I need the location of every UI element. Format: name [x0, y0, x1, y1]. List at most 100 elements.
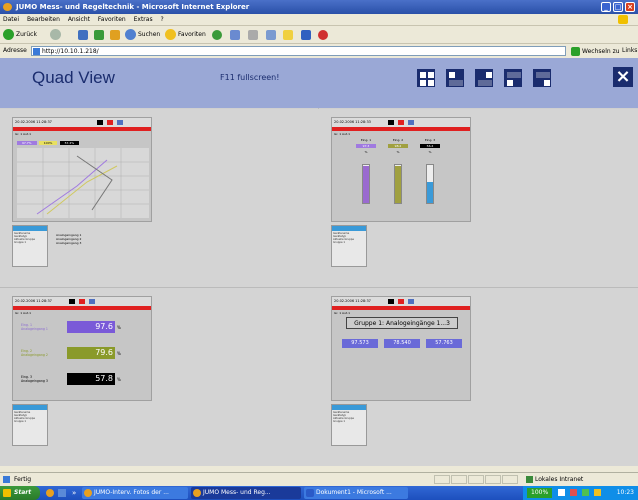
quicklaunch-desktop-icon[interactable] — [58, 489, 66, 497]
menu-help[interactable]: ? — [161, 16, 164, 23]
word-task-icon — [306, 489, 314, 497]
address-label: Adresse — [3, 47, 27, 54]
alarm-icon — [398, 120, 404, 125]
clock: 10:23 — [616, 489, 634, 496]
maximize-button[interactable]: □ — [613, 2, 623, 12]
bar-panel: 20.02.2006 11:28:33 Gr. 1 Aut.1 Eing. 1 … — [331, 117, 471, 222]
intranet-icon — [526, 476, 533, 483]
home-icon[interactable] — [110, 30, 120, 40]
group-label: Gr. 1 Aut.1 — [334, 132, 351, 136]
menu-favoriten[interactable]: Favoriten — [98, 16, 126, 23]
panel-header: 20.02.2006 11:28:37 — [13, 118, 151, 127]
menu-bearbeiten[interactable]: Bearbeiten — [27, 16, 60, 23]
ie-icon — [3, 3, 12, 11]
page-status-icon — [3, 476, 10, 483]
search-icon — [125, 29, 136, 40]
search-button[interactable]: Suchen — [125, 29, 160, 41]
minimize-button[interactable]: _ — [601, 2, 611, 12]
zoom-indicator: 100% — [527, 487, 553, 498]
history-icon[interactable] — [212, 30, 222, 40]
digital-label-3: Eing. 3 Analogeingang 3 — [21, 375, 48, 383]
taskbar: Start » JUMO-Interv. Fotos der ... JUMO … — [0, 486, 638, 500]
panel-header: 20.02.2006 11:28:33 — [332, 118, 470, 127]
folder-icon[interactable] — [283, 30, 293, 40]
settings-icon — [408, 299, 414, 304]
quicklaunch-ie-icon[interactable] — [46, 489, 54, 497]
back-button[interactable]: Zurück — [3, 29, 37, 41]
print-icon[interactable] — [248, 30, 258, 40]
bar-value-1: 97.3 — [356, 144, 376, 148]
bar-3 — [426, 164, 434, 204]
browser-toolbar: Zurück Suchen Favoriten — [0, 26, 638, 44]
settings-icon — [408, 120, 414, 125]
quad-view-header: Quad View F11 fullscreen! × — [0, 58, 638, 108]
quad-trend[interactable]: 20.02.2006 11:28:37 Gr. 1 Aut.1 97.7% 10… — [0, 109, 319, 287]
quad-digital[interactable]: 20.02.2006 11:28:37 Gr. 1 Aut.1 Eing. 1A… — [0, 288, 319, 466]
bar-label-2: Eing. 2 — [392, 138, 404, 142]
close-window-button[interactable]: × — [625, 2, 635, 12]
security-zone: Lokales Intranet — [526, 473, 583, 486]
quad-numeric[interactable]: 20.02.2006 11:28:37 Gr. 1 Aut.1 Gruppe 1… — [319, 288, 638, 466]
quad-bars[interactable]: 20.02.2006 11:28:33 Gr. 1 Aut.1 Eing. 1 … — [319, 109, 638, 287]
bar-value-2: 98.2 — [388, 144, 408, 148]
messenger-icon[interactable] — [301, 30, 311, 40]
group-label: Gr. 1 Aut.1 — [15, 132, 32, 136]
trend-values: 97.7% 100% 57.4% — [17, 138, 80, 145]
menu-datei[interactable]: Datei — [3, 16, 19, 23]
back-arrow-icon — [3, 29, 14, 40]
alarm-icon — [398, 299, 404, 304]
address-bar: Adresse http://10.10.1.218/ Wechseln zu … — [0, 44, 638, 58]
page-content: Quad View F11 fullscreen! × 20.02.2006 1… — [0, 58, 638, 466]
go-arrow-icon — [571, 47, 580, 56]
group-label: Gr. 1 Aut.1 — [334, 311, 351, 315]
start-button[interactable]: Start — [0, 486, 40, 500]
tray-icon-1[interactable] — [558, 489, 566, 496]
trend-panel: 20.02.2006 11:28:37 Gr. 1 Aut.1 97.7% 10… — [12, 117, 152, 222]
forward-button[interactable] — [50, 29, 63, 41]
digital-info-panel: Gerätename Gerätetyp Aktuelle Gruppe Gruppe… — [12, 404, 48, 446]
menu-extras[interactable]: Extras — [134, 16, 153, 23]
digital-value-1: 97.6 — [67, 321, 115, 333]
bar-label-3: Eing. 3 — [424, 138, 436, 142]
printer-icon — [388, 299, 394, 304]
task-jumo-ie[interactable]: JUMO Mess- und Reg... — [191, 487, 301, 499]
address-input[interactable]: http://10.10.1.218/ — [31, 46, 566, 56]
bar-2 — [394, 164, 402, 204]
close-view-icon[interactable]: × — [613, 67, 633, 87]
view-3-icon[interactable] — [504, 69, 522, 87]
group-label: Gr. 1 Aut.1 — [15, 311, 32, 315]
digital-value-3: 57.8 — [67, 373, 115, 385]
quad-layout-icon[interactable] — [417, 69, 435, 87]
alarm-icon — [79, 299, 85, 304]
links-button[interactable]: Links — [622, 44, 637, 58]
view-1-icon[interactable] — [446, 69, 464, 87]
stop-icon[interactable] — [78, 30, 88, 40]
bar-label-1: Eing. 1 — [360, 138, 372, 142]
refresh-icon[interactable] — [94, 30, 104, 40]
tray-icon-4[interactable] — [593, 489, 601, 496]
view-4-icon[interactable] — [533, 69, 551, 87]
mail-icon[interactable] — [230, 30, 240, 40]
go-button[interactable]: Wechseln zu — [571, 45, 620, 59]
toolbar-extra-icon[interactable] — [318, 30, 328, 40]
tray-icon-2[interactable] — [570, 489, 577, 496]
trend-legend: Analogeingang 1 Analogeingang 2 Analogeing… — [56, 233, 82, 245]
printer-icon — [69, 299, 75, 304]
task-jumo-fotos[interactable]: JUMO-Interv. Fotos der ... — [82, 487, 188, 499]
quicklaunch-more-icon[interactable]: » — [72, 486, 76, 500]
printer-icon — [388, 120, 394, 125]
panel-header: 20.02.2006 11:28:37 — [13, 297, 151, 306]
favorites-button[interactable]: Favoriten — [165, 29, 206, 41]
numeric-value-1: 97.573 — [342, 339, 378, 348]
printer-icon — [97, 120, 103, 125]
page-title: Quad View — [32, 68, 115, 87]
trend-info-panel: Gerätename Gerätetyp Aktuelle Gruppe Gruppe… — [12, 225, 48, 267]
task-word-doc[interactable]: Dokument1 - Microsoft ... — [304, 487, 408, 499]
view-2-icon[interactable] — [475, 69, 493, 87]
bar-1 — [362, 164, 370, 204]
edit-icon[interactable] — [266, 30, 276, 40]
window-title: JUMO Mess- und Regeltechnik - Microsoft … — [16, 3, 250, 11]
tray-icon-3[interactable] — [581, 489, 589, 496]
numeric-value-3: 57.763 — [426, 339, 462, 348]
menu-ansicht[interactable]: Ansicht — [68, 16, 90, 23]
